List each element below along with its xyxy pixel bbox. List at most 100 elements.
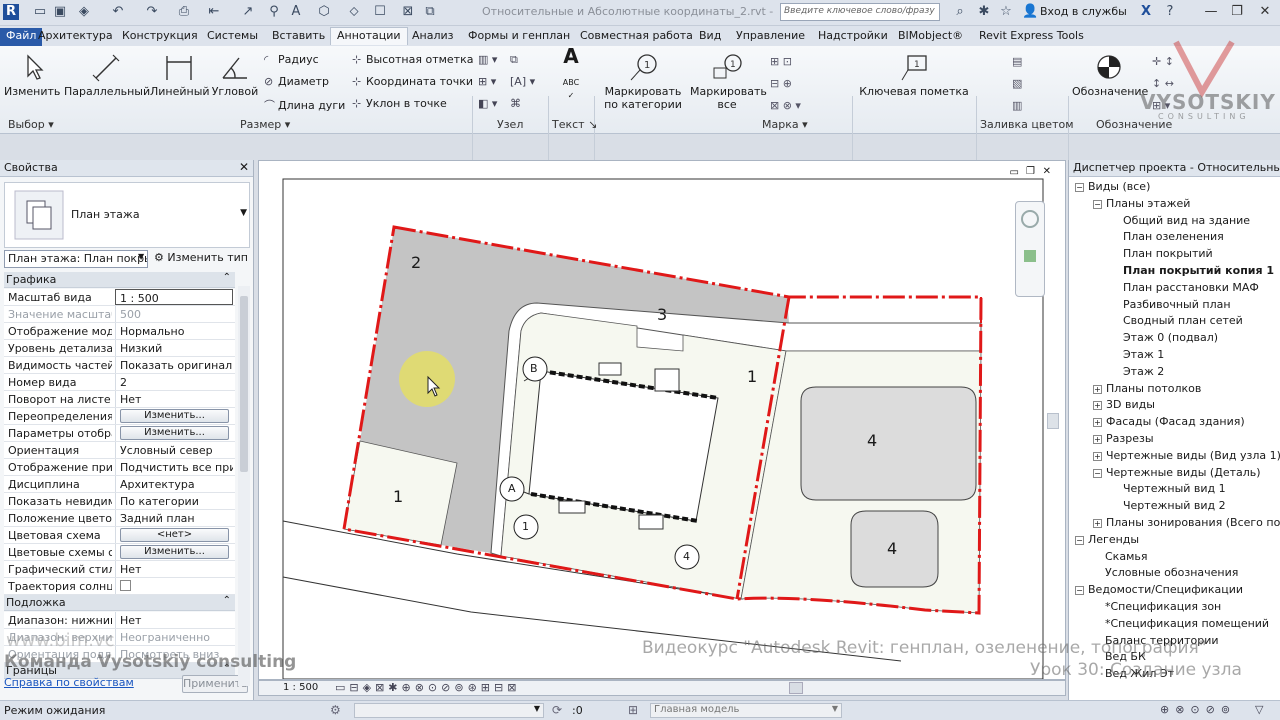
property-value[interactable]: Нормально <box>115 323 233 339</box>
collapse-icon[interactable]: − <box>1075 586 1084 596</box>
property-value[interactable]: 2 <box>115 374 233 390</box>
property-edit-button[interactable]: Изменить... <box>120 409 229 423</box>
properties-scrollbar[interactable] <box>238 286 250 686</box>
undo-icon[interactable]: ↶ <box>110 4 126 20</box>
revision-cloud-icon[interactable]: [A] ▾ <box>510 75 535 88</box>
expand-icon[interactable]: + <box>1093 435 1102 444</box>
open-icon[interactable]: ▭ <box>32 4 48 20</box>
property-value[interactable]: Нет <box>115 612 233 628</box>
chevron-down-icon[interactable]: ▼ <box>138 252 144 261</box>
print-icon[interactable]: ⎙ <box>176 4 192 20</box>
expand-icon[interactable]: + <box>1093 519 1102 528</box>
tag-all-button[interactable]: 1 Маркировать все <box>690 52 767 111</box>
browser-node[interactable]: Разбивочный план <box>1123 298 1231 311</box>
browser-node[interactable]: − Планы этажей <box>1093 197 1190 210</box>
chevron-down-icon[interactable]: ▼ <box>240 208 247 218</box>
close-icon[interactable]: ✕ <box>1254 2 1276 22</box>
browser-node[interactable]: Сводный план сетей <box>1123 314 1243 327</box>
tab-bimobject[interactable]: BIMobject® <box>892 28 969 46</box>
panel-select-label[interactable]: Выбор ▾ <box>8 118 54 131</box>
user-icon[interactable]: 👤 <box>1022 4 1038 20</box>
minimize-icon[interactable]: — <box>1200 2 1222 22</box>
tag-icon[interactable]: ⚲ <box>266 4 282 20</box>
drawing-canvas[interactable]: ▭ ❐ ✕ 2 3 1 1 4 4 B A 1 4 <box>258 160 1066 680</box>
section-icon[interactable]: ⬦ <box>346 4 362 20</box>
panel-dimension-label[interactable]: Размер ▾ <box>240 118 290 131</box>
tab-collaborate[interactable]: Совместная работа <box>574 28 699 46</box>
property-value[interactable]: <нет> <box>115 527 233 543</box>
property-edit-button[interactable]: Изменить... <box>120 426 229 440</box>
property-value[interactable]: Неограниченно <box>115 629 233 645</box>
property-group-header[interactable]: Подложка ⌃ <box>4 595 235 611</box>
collapse-icon[interactable]: − <box>1093 468 1102 478</box>
browser-node[interactable]: +3D виды <box>1093 398 1155 411</box>
expand-icon[interactable]: + <box>1093 451 1102 461</box>
expand-icon[interactable]: + <box>1093 418 1102 428</box>
radius-button[interactable]: ◜ Радиус <box>264 53 319 66</box>
collapse-icon[interactable]: ⌃ <box>223 595 231 606</box>
panel-tag-label[interactable]: Марка ▾ <box>762 118 808 131</box>
sync-icon[interactable]: ◈ <box>76 4 92 20</box>
property-edit-button[interactable]: Изменить... <box>120 545 229 559</box>
region-icon[interactable]: ⧉ <box>510 53 518 67</box>
tab-structure[interactable]: Конструкция <box>116 28 204 46</box>
help-icon[interactable]: ? <box>1162 4 1178 20</box>
property-value[interactable]: Низкий <box>115 340 233 356</box>
property-value[interactable]: Условный север <box>115 442 233 458</box>
text-icon[interactable]: A <box>288 4 304 20</box>
maximize-icon[interactable]: ❐ <box>1226 2 1248 22</box>
tab-addins[interactable]: Надстройки <box>812 28 894 46</box>
browser-node[interactable]: Условные обозначения <box>1105 566 1238 579</box>
property-value[interactable]: 500 <box>115 306 233 322</box>
keynote-button[interactable]: 1 Ключевая пометка <box>858 52 970 98</box>
tab-analyze[interactable]: Анализ <box>406 28 460 46</box>
view-instance-select[interactable]: План этажа: План покрытий копия 1 <box>4 250 148 268</box>
component-icon[interactable]: ⊞ ▾ <box>478 75 496 88</box>
close-icon[interactable]: ✕ <box>239 160 249 174</box>
tab-view[interactable]: Вид <box>693 28 727 46</box>
dimension-icon[interactable]: ↗ <box>240 4 256 20</box>
spelling-button[interactable]: ABC ✓ <box>556 76 586 102</box>
property-value[interactable]: Показать оригинал <box>115 357 233 373</box>
color-fill-icons[interactable]: ▤ ▧ ▥ <box>1012 51 1022 117</box>
selection-filter-icons[interactable]: ⊕⊗⊙⊘⊚ <box>1160 703 1236 716</box>
exchange-apps-icon[interactable]: X <box>1138 4 1154 20</box>
insulation-icon[interactable]: ⌘ <box>510 97 521 110</box>
tag-tools-icons[interactable]: ⊞ ⊡ ⊟ ⊕ ⊠ ⊗ ▾ <box>770 51 801 117</box>
browser-node[interactable]: План покрытий <box>1123 247 1213 260</box>
redo-icon[interactable]: ↷ <box>144 4 160 20</box>
browser-node[interactable]: Этаж 2 <box>1123 365 1164 378</box>
horizontal-scroll-thumb[interactable] <box>789 682 803 694</box>
expand-icon[interactable]: + <box>1093 384 1102 394</box>
browser-node[interactable]: Этаж 1 <box>1123 348 1164 361</box>
spot-slope-button[interactable]: ⊹ Уклон в точке <box>352 97 447 110</box>
property-value[interactable] <box>115 578 233 594</box>
filter-icon[interactable]: ▽ <box>1255 703 1263 716</box>
property-value[interactable]: Изменить... <box>115 408 233 424</box>
detail-group-icon[interactable]: ◧ ▾ <box>478 97 497 110</box>
panel-text-label[interactable]: Текст ↘ <box>552 118 597 131</box>
browser-node[interactable]: + Фасады (Фасад здания) <box>1093 415 1245 428</box>
tab-annotate[interactable]: Аннотации <box>330 27 408 45</box>
arc-length-button[interactable]: ⌒ Длина дуги <box>264 97 345 113</box>
view-control-icons[interactable]: ▭⊟◈⊠✱⊕⊗⊙⊘⊚⊛⊞⊟⊠ <box>335 681 520 694</box>
text-button[interactable]: A <box>556 46 586 66</box>
switch-windows-icon[interactable]: ⧉ <box>422 4 438 20</box>
linear-dimension-button[interactable]: Линейный <box>150 52 210 98</box>
steering-wheel-icon[interactable] <box>1021 210 1039 228</box>
property-group-header[interactable]: Графика ⌃ <box>4 272 235 288</box>
spot-elevation-button[interactable]: ⊹ Высотная отметка <box>352 53 473 66</box>
browser-node[interactable]: − Легенды <box>1075 533 1139 546</box>
favorites-icon[interactable]: ☆ <box>998 4 1014 20</box>
search-input[interactable]: Введите ключевое слово/фразу <box>780 3 940 21</box>
tab-systems[interactable]: Системы <box>201 28 264 46</box>
browser-node[interactable]: Общий вид на здание <box>1123 214 1250 227</box>
browser-node[interactable]: План озеленения <box>1123 230 1224 243</box>
symbol-button[interactable]: Обозначение <box>1072 52 1148 98</box>
properties-help-link[interactable]: Справка по свойствам <box>4 676 134 689</box>
browser-node[interactable]: Чертежный вид 2 <box>1123 499 1226 512</box>
subscription-icon[interactable]: ✱ <box>976 4 992 20</box>
aligned-dimension-button[interactable]: Параллельный <box>64 52 150 98</box>
browser-node[interactable]: − Виды (все) <box>1075 180 1150 193</box>
diameter-button[interactable]: ⊘ Диаметр <box>264 75 329 88</box>
